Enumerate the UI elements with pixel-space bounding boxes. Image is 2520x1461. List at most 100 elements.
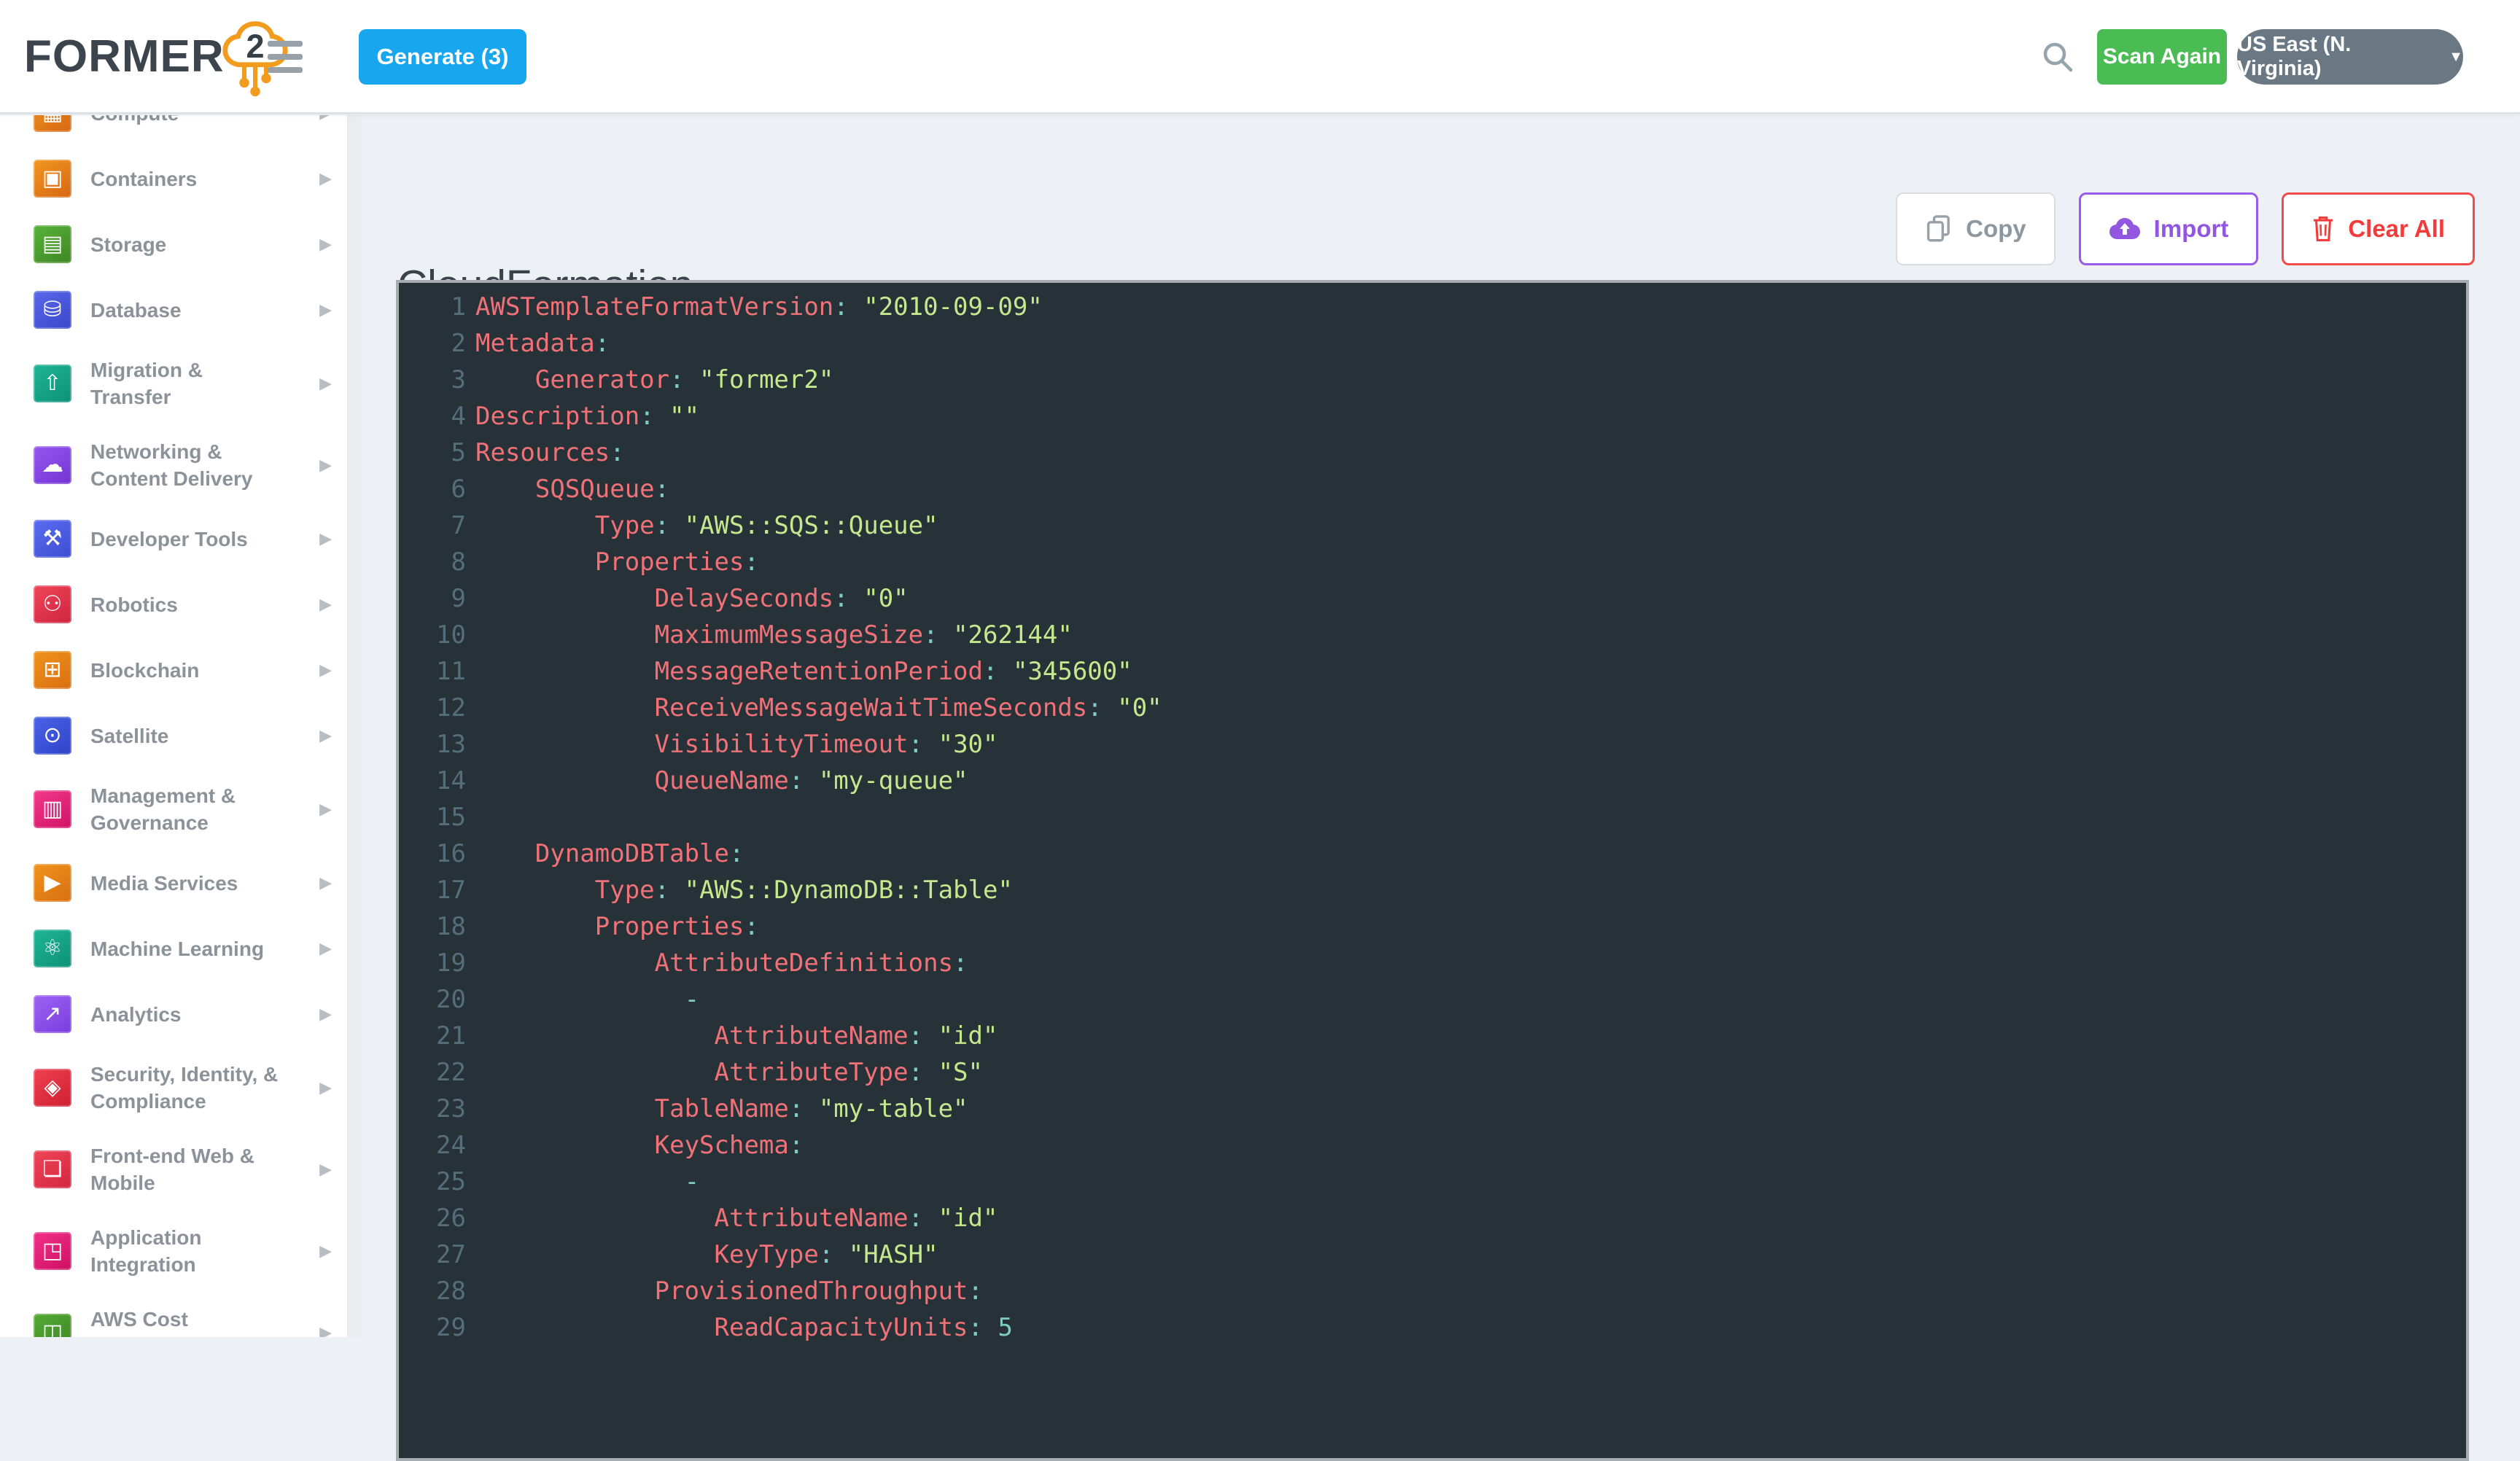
sidebar-item-robotics[interactable]: ⚇ Robotics ▶ [0, 572, 361, 637]
code-line: 4Description: "" [399, 398, 2466, 435]
code-text: DynamoDBTable: [475, 835, 744, 872]
svg-text:2: 2 [246, 28, 264, 65]
code-text: Type: "AWS::SQS::Queue" [475, 507, 938, 544]
menu-hamburger-icon[interactable] [268, 41, 303, 73]
code-text: Type: "AWS::DynamoDB::Table" [475, 872, 1013, 908]
line-number: 28 [399, 1273, 466, 1309]
cloud-upload-icon [2109, 217, 2141, 241]
sidebar-item-analytics[interactable]: ↗ Analytics ▶ [0, 981, 361, 1047]
machine-learning-icon: ⚛ [34, 930, 71, 967]
line-number: 19 [399, 945, 466, 981]
code-text: TableName: "my-table" [475, 1091, 968, 1127]
cloudformation-code-editor[interactable]: 1AWSTemplateFormatVersion: "2010-09-09"2… [396, 280, 2469, 1461]
sidebar-scrollbar[interactable] [347, 115, 361, 1337]
line-number: 25 [399, 1164, 466, 1200]
sidebar-item-blockchain[interactable]: ⊞ Blockchain ▶ [0, 637, 361, 703]
clear-all-button[interactable]: Clear All [2282, 192, 2475, 265]
line-number: 26 [399, 1200, 466, 1236]
sidebar-item-management-governance[interactable]: ▥ Management & Governance ▶ [0, 768, 361, 850]
line-number: 2 [399, 325, 466, 362]
sidebar-item-machine-learning[interactable]: ⚛ Machine Learning ▶ [0, 916, 361, 981]
former2-logo: FORMER 2 [24, 0, 290, 114]
line-number: 1 [399, 289, 466, 325]
code-line: 27 KeyType: "HASH" [399, 1236, 2466, 1273]
code-line: 26 AttributeName: "id" [399, 1200, 2466, 1236]
code-text: ReceiveMessageWaitTimeSeconds: "0" [475, 690, 1162, 726]
sidebar-item-storage[interactable]: ▤ Storage ▶ [0, 211, 361, 277]
code-text: Metadata: [475, 325, 610, 362]
line-number: 5 [399, 435, 466, 471]
code-text: SQSQueue: [475, 471, 669, 507]
region-selector[interactable]: US East (N. Virginia) ▼ [2237, 29, 2463, 85]
line-number: 24 [399, 1127, 466, 1164]
sidebar-item-aws-cost-management[interactable]: ◫ AWS Cost Management ▶ [0, 1292, 361, 1337]
line-number: 12 [399, 690, 466, 726]
line-number: 22 [399, 1054, 466, 1091]
chevron-right-icon: ▶ [319, 940, 332, 958]
sidebar-item-database[interactable]: ⛁ Database ▶ [0, 277, 361, 343]
line-number: 3 [399, 362, 466, 398]
sidebar-item-front-end-web-mobile[interactable]: ❏ Front-end Web & Mobile ▶ [0, 1129, 361, 1210]
database-icon: ⛁ [34, 291, 71, 329]
chevron-right-icon: ▶ [319, 301, 332, 319]
sidebar-item-developer-tools[interactable]: ⚒ Developer Tools ▶ [0, 506, 361, 572]
robotics-icon: ⚇ [34, 585, 71, 623]
sidebar-item-security-identity-compliance[interactable]: ◈ Security, Identity, & Compliance ▶ [0, 1047, 361, 1129]
code-line: 16 DynamoDBTable: [399, 835, 2466, 872]
line-number: 8 [399, 544, 466, 580]
caret-down-icon: ▼ [2449, 50, 2463, 64]
copy-button[interactable]: Copy [1896, 192, 2056, 265]
code-line: 10 MaximumMessageSize: "262144" [399, 617, 2466, 653]
generate-button[interactable]: Generate (3) [359, 29, 526, 85]
chevron-right-icon: ▶ [319, 661, 332, 679]
chevron-right-icon: ▶ [319, 596, 332, 614]
code-line: 6 SQSQueue: [399, 471, 2466, 507]
line-number: 6 [399, 471, 466, 507]
chevron-right-icon: ▶ [319, 800, 332, 819]
code-line: 24 KeySchema: [399, 1127, 2466, 1164]
code-text: AttributeDefinitions: [475, 945, 968, 981]
code-text: Resources: [475, 435, 625, 471]
sidebar-item-containers[interactable]: ▣ Containers ▶ [0, 146, 361, 211]
services-sidebar: ▦ Compute ▶ ▣ Containers ▶ ▤ Storage ▶ ⛁… [0, 115, 361, 1337]
chevron-right-icon: ▶ [319, 1005, 332, 1024]
region-label: US East (N. Virginia) [2237, 33, 2438, 81]
media-services-icon: ▶ [34, 864, 71, 902]
code-line: 15 [399, 799, 2466, 835]
code-line: 25 - [399, 1164, 2466, 1200]
line-number: 23 [399, 1091, 466, 1127]
line-number: 14 [399, 763, 466, 799]
code-line: 7 Type: "AWS::SQS::Queue" [399, 507, 2466, 544]
line-number: 13 [399, 726, 466, 763]
sidebar-item-satellite[interactable]: ⊙ Satellite ▶ [0, 703, 361, 768]
code-line: 11 MessageRetentionPeriod: "345600" [399, 653, 2466, 690]
line-number: 11 [399, 653, 466, 690]
chevron-right-icon: ▶ [319, 170, 332, 188]
code-text: Generator: "former2" [475, 362, 833, 398]
search-icon[interactable] [2041, 40, 2074, 74]
sidebar-item-application-integration[interactable]: ◳ Application Integration ▶ [0, 1210, 361, 1292]
code-text: AttributeType: "S" [475, 1054, 983, 1091]
line-number: 29 [399, 1309, 466, 1346]
import-button[interactable]: Import [2079, 192, 2259, 265]
sidebar-item-media-services[interactable]: ▶ Media Services ▶ [0, 850, 361, 916]
code-line: 18 Properties: [399, 908, 2466, 945]
chevron-right-icon: ▶ [319, 874, 332, 892]
chevron-right-icon: ▶ [319, 530, 332, 548]
sidebar-item-migration-transfer[interactable]: ⇧ Migration & Transfer ▶ [0, 343, 361, 424]
code-line: 22 AttributeType: "S" [399, 1054, 2466, 1091]
code-text: VisibilityTimeout: "30" [475, 726, 998, 763]
blockchain-icon: ⊞ [34, 651, 71, 689]
code-line: 19 AttributeDefinitions: [399, 945, 2466, 981]
line-number: 7 [399, 507, 466, 544]
code-line: 2Metadata: [399, 325, 2466, 362]
code-text: Properties: [475, 908, 759, 945]
sidebar-item-networking-content-delivery[interactable]: ☁ Networking & Content Delivery ▶ [0, 424, 361, 506]
line-number: 17 [399, 872, 466, 908]
sidebar-item-compute[interactable]: ▦ Compute ▶ [0, 115, 361, 146]
top-header: FORMER 2 Generate (3) Scan Again US East… [0, 0, 2520, 114]
code-line: 23 TableName: "my-table" [399, 1091, 2466, 1127]
code-text: - [475, 1164, 699, 1200]
scan-again-button[interactable]: Scan Again [2097, 29, 2227, 85]
code-text: MaximumMessageSize: "262144" [475, 617, 1073, 653]
